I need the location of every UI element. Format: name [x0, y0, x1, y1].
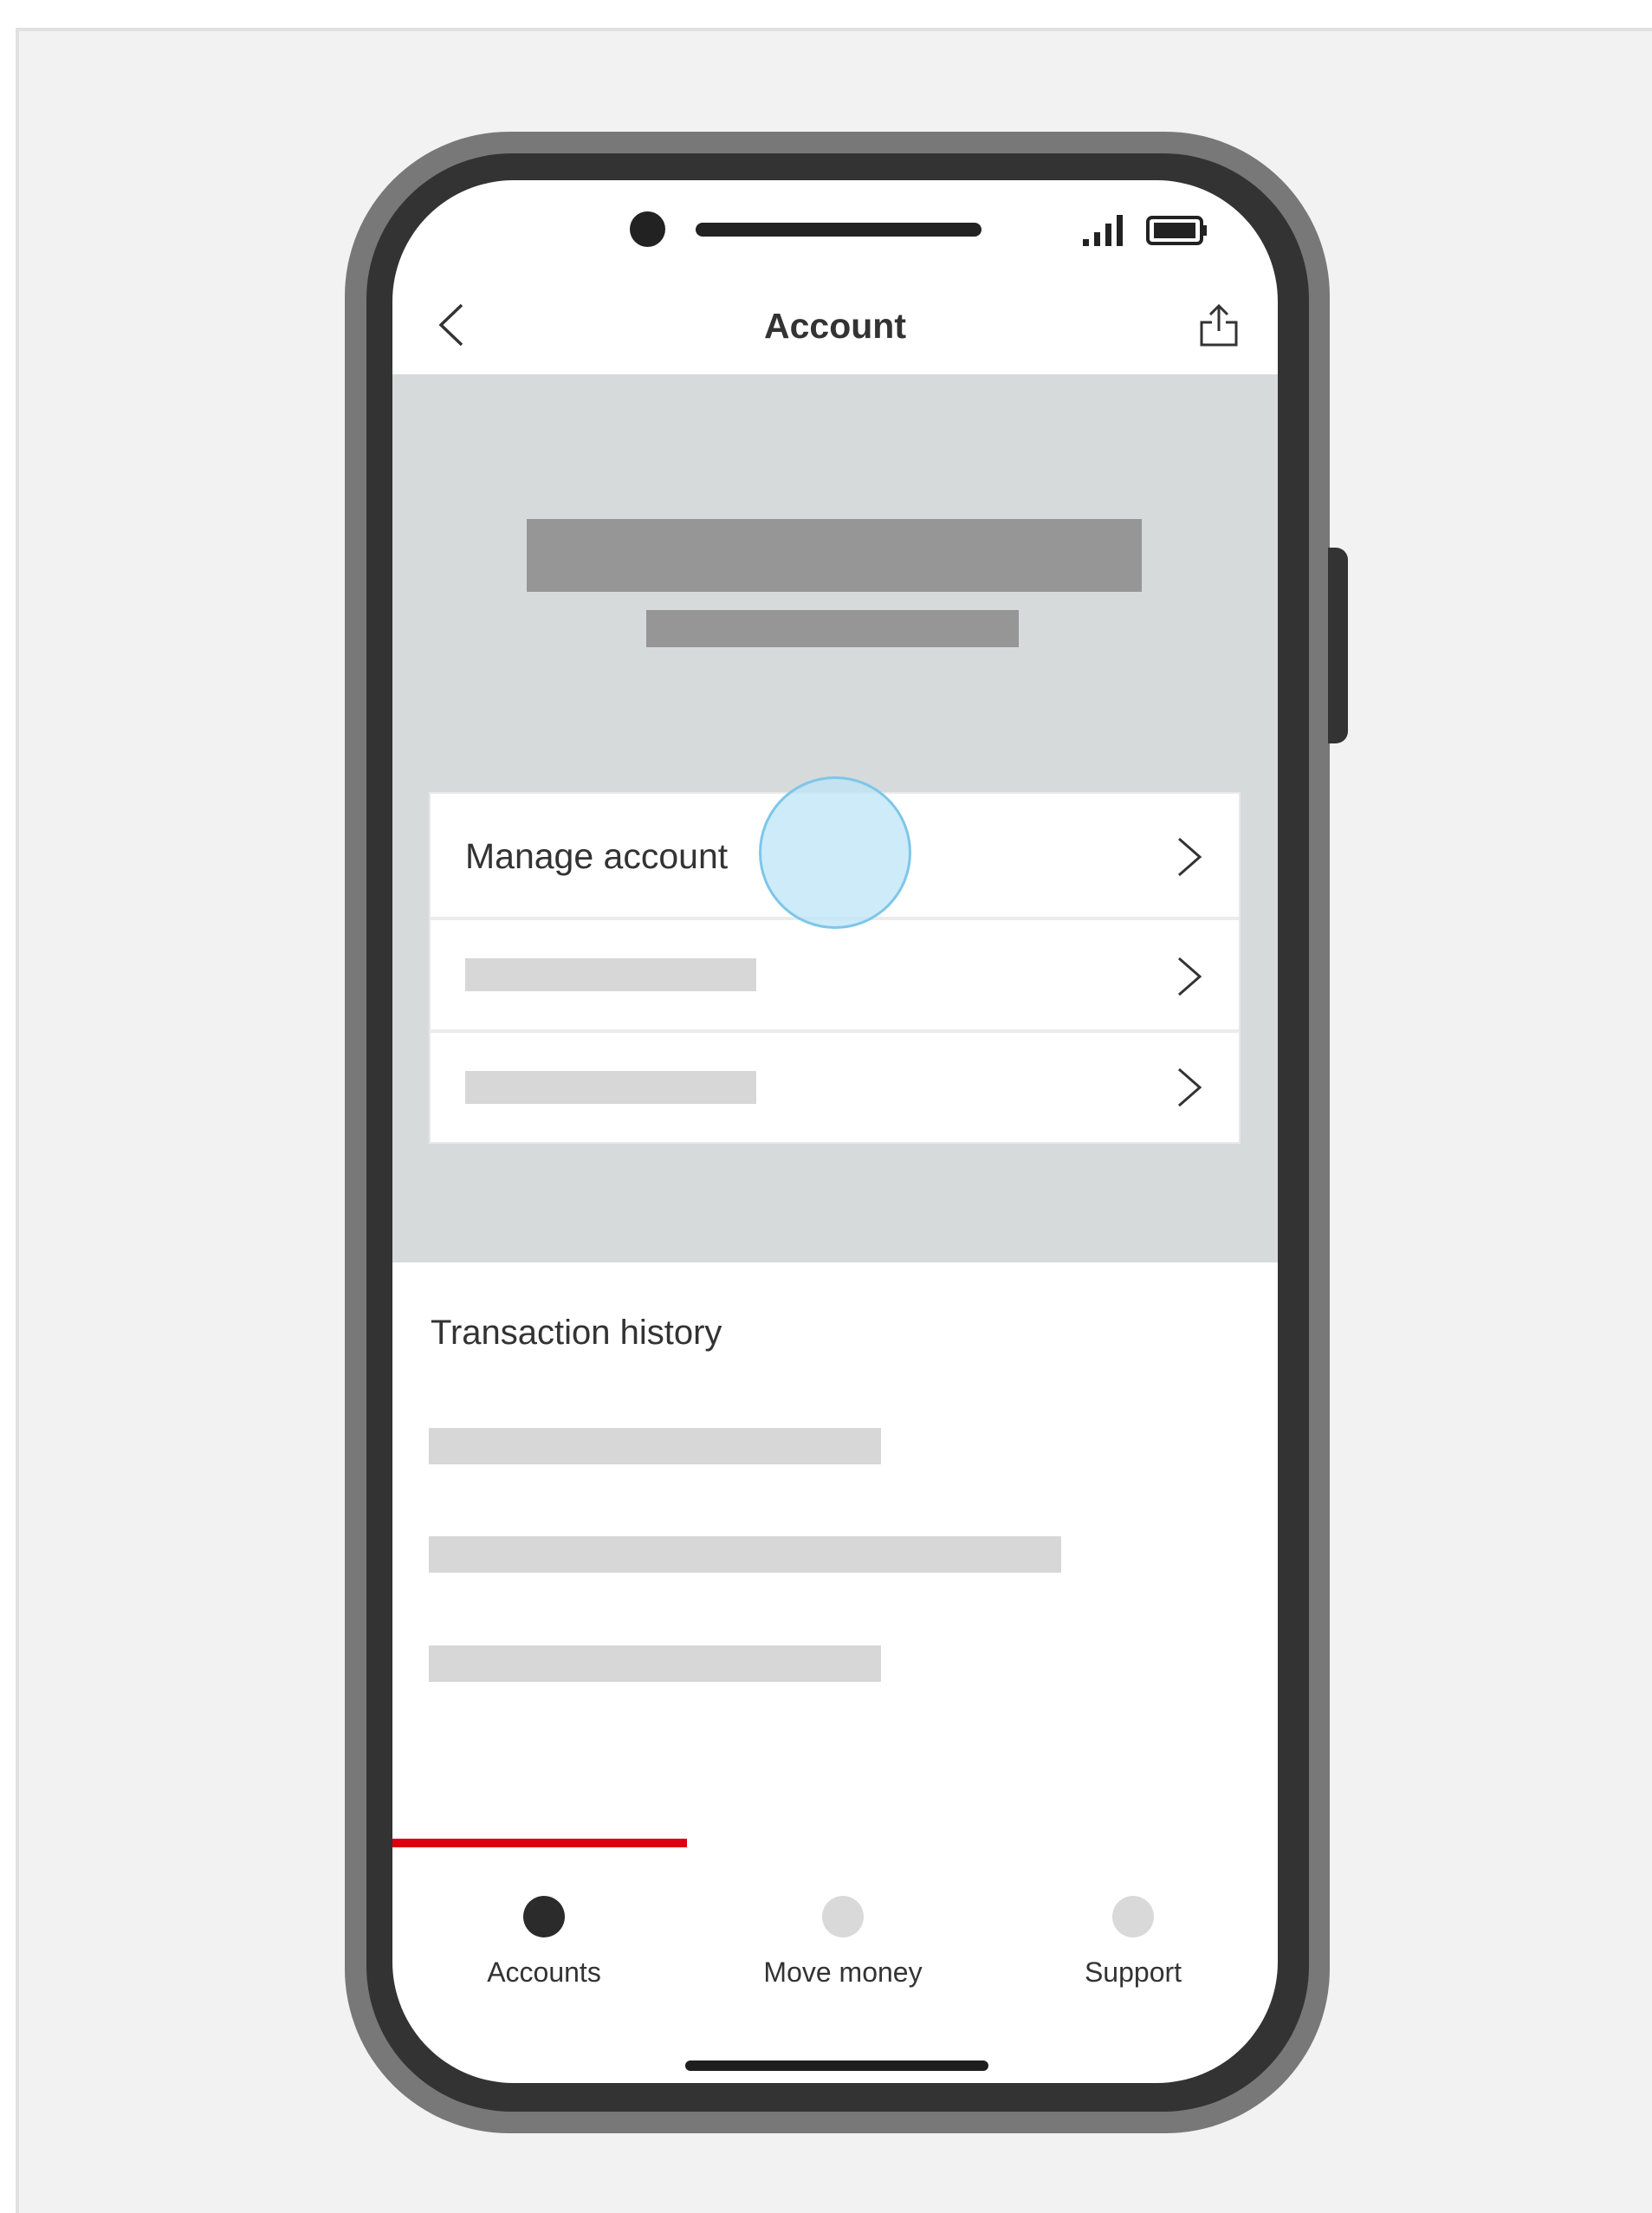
share-icon[interactable]	[1198, 303, 1240, 348]
menu-item-label: Manage account	[465, 836, 729, 876]
support-tab-icon	[1112, 1896, 1154, 1937]
tab-label: Support	[1084, 1957, 1182, 1988]
transaction-placeholder	[429, 1645, 881, 1682]
transaction-placeholder	[429, 1428, 881, 1464]
tap-indicator	[759, 776, 911, 929]
menu-item-placeholder[interactable]	[431, 1033, 1239, 1142]
tab-move-money[interactable]: Move money	[713, 1896, 973, 1988]
top-navigation-bar: Account	[392, 267, 1278, 374]
transaction-placeholder	[429, 1536, 1061, 1573]
menu-item-placeholder[interactable]	[431, 920, 1239, 1033]
transaction-history-title: Transaction history	[431, 1314, 722, 1352]
phone-side-button	[1328, 548, 1348, 743]
battery-icon	[1146, 216, 1207, 245]
signal-icon	[1083, 215, 1123, 246]
account-balance-placeholder	[527, 519, 1142, 592]
move-money-tab-icon	[822, 1896, 864, 1937]
chevron-right-icon	[1178, 957, 1202, 996]
tab-label: Accounts	[487, 1957, 601, 1988]
tab-support[interactable]: Support	[1003, 1896, 1263, 1988]
menu-item-label-placeholder	[465, 1071, 756, 1104]
accounts-tab-icon	[523, 1896, 565, 1937]
page-title: Account	[764, 306, 906, 346]
speaker-grille	[696, 223, 981, 237]
chevron-right-icon	[1178, 1068, 1202, 1107]
menu-item-label-placeholder	[465, 958, 756, 991]
home-indicator[interactable]	[685, 2060, 988, 2071]
tab-label: Move money	[763, 1957, 923, 1988]
chevron-right-icon	[1178, 837, 1202, 877]
phone-screen: Account Manage account Transaction histo…	[392, 180, 1278, 2083]
tab-accounts[interactable]: Accounts	[414, 1896, 674, 1988]
camera-dot	[630, 211, 665, 247]
active-tab-indicator	[392, 1839, 687, 1847]
account-number-placeholder	[646, 610, 1019, 647]
